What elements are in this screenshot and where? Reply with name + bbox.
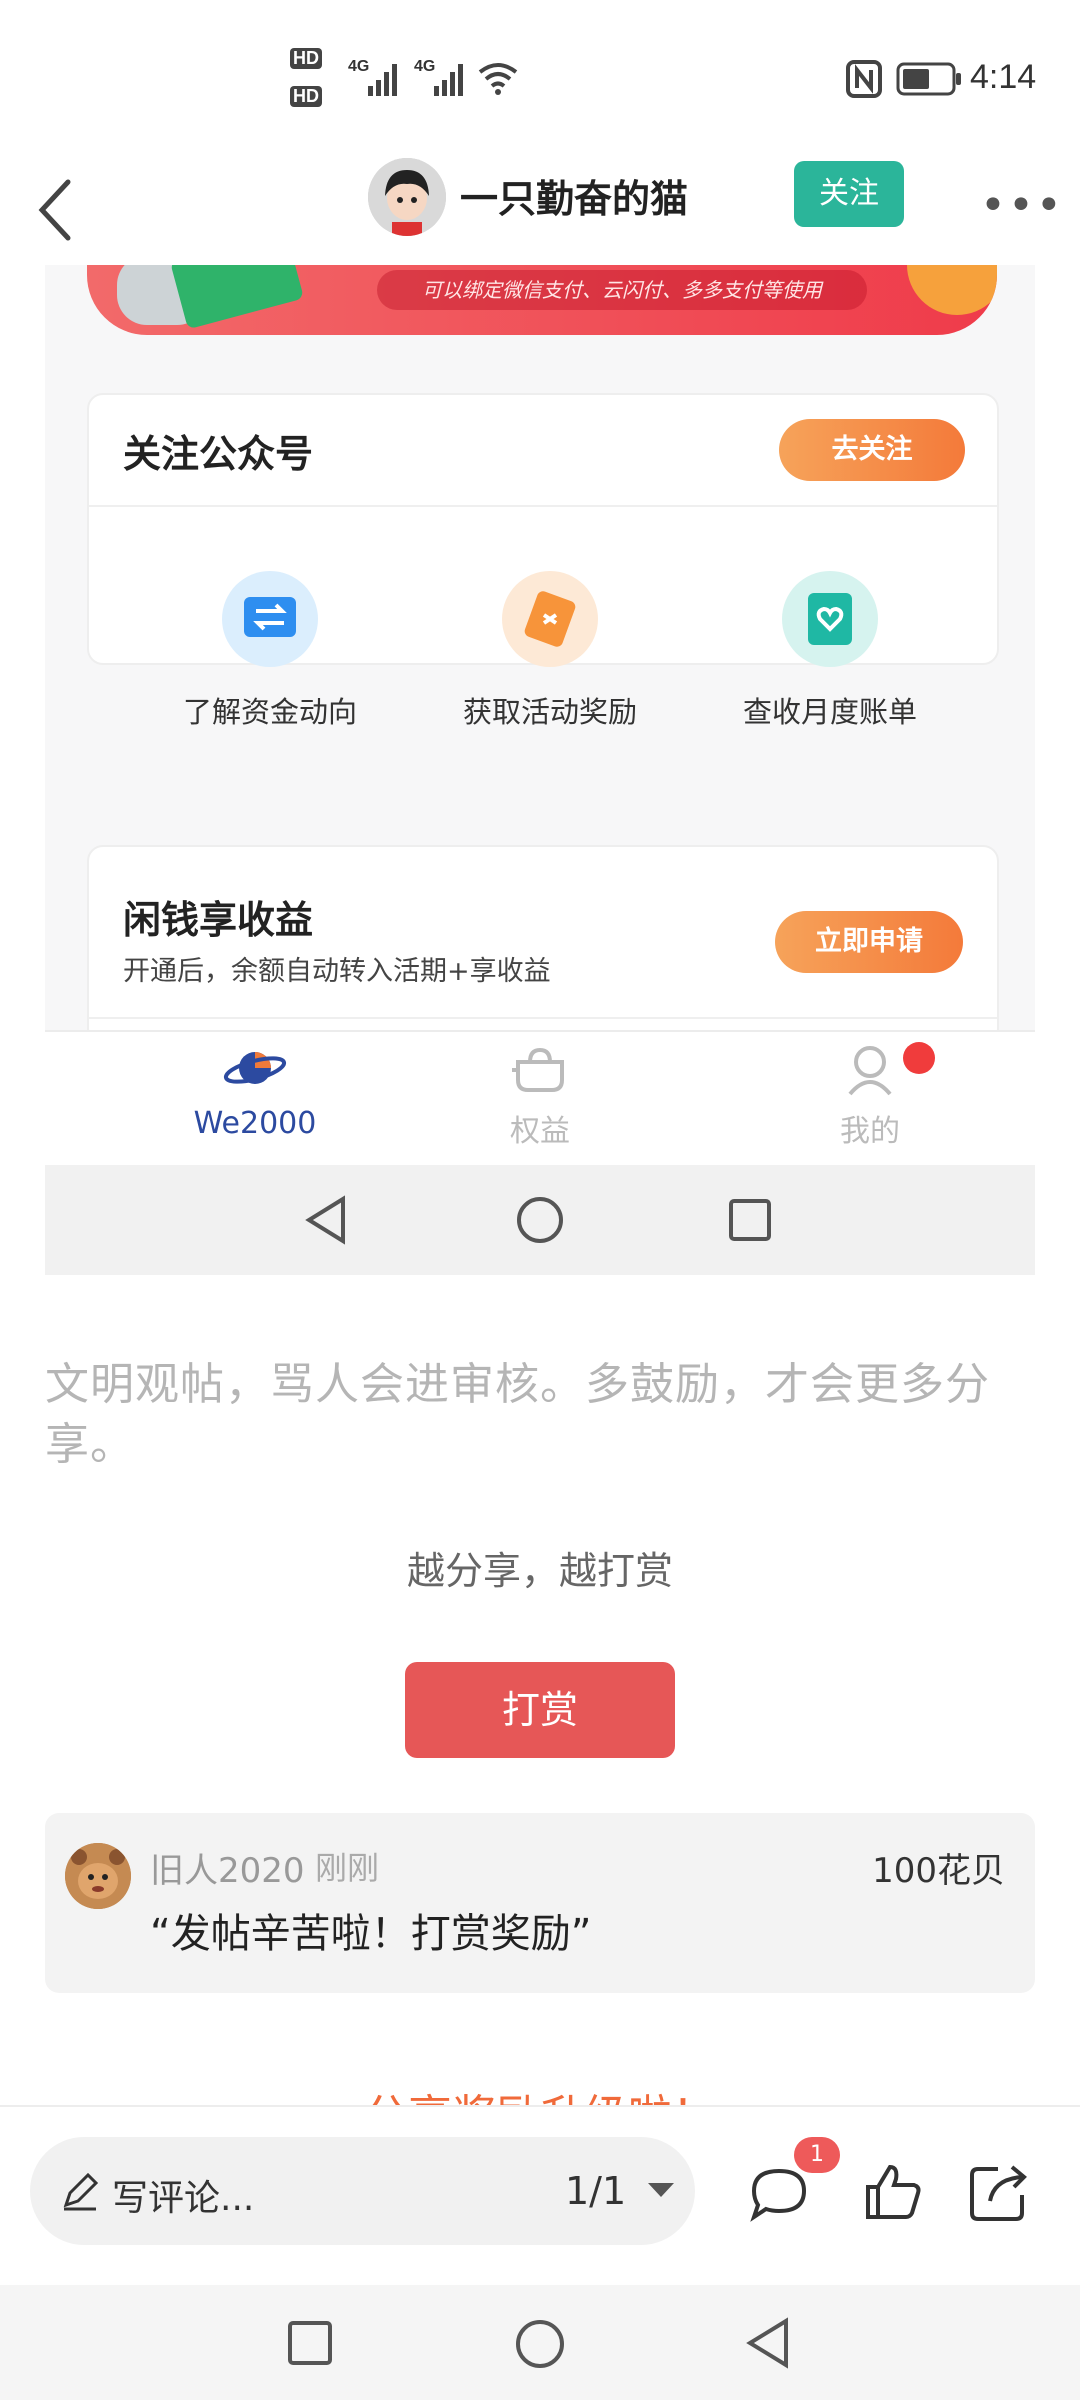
- upgrade-banner-text: 分享奖励升级啦！: [0, 2068, 1080, 2108]
- reward-time: 刚刚: [315, 1849, 380, 1887]
- author-avatar[interactable]: [368, 158, 446, 236]
- card-divider: [89, 505, 997, 507]
- tab-label: 权益: [510, 1114, 570, 1149]
- back-arrow-icon[interactable]: [28, 170, 88, 250]
- savings-title: 闲钱享收益: [123, 898, 314, 942]
- card-divider: [89, 1017, 997, 1019]
- signal-icon: [368, 64, 397, 96]
- wifi-icon: [478, 63, 518, 95]
- tab-benefits[interactable]: 权益: [440, 1040, 640, 1150]
- tip-button[interactable]: 打赏: [405, 1662, 675, 1758]
- coupon-icon: [502, 571, 598, 667]
- comment-count-badge: 1: [794, 2137, 840, 2173]
- transfer-icon: [222, 571, 318, 667]
- tab-label: 我的: [840, 1114, 900, 1149]
- recent-apps-square-icon[interactable]: [286, 2319, 334, 2367]
- page-indicator[interactable]: 1/1: [565, 2169, 626, 2213]
- profile-icon: [848, 1046, 892, 1096]
- savings-card: 闲钱享收益 开通后，余额自动转入活期+享收益 立即申请: [87, 845, 999, 1045]
- tab-label: We2000: [193, 1106, 317, 1141]
- status-bar: HD HD 4G 4G 4:14: [0, 0, 1080, 150]
- comment-bubble-icon[interactable]: [748, 2165, 810, 2223]
- cartoon-avatar-icon: [368, 158, 446, 236]
- feature-activity-reward[interactable]: 获取活动奖励: [435, 571, 665, 731]
- banner-text: 可以绑定微信支付、云闪付、多多支付等使用: [377, 270, 867, 310]
- caret-down-icon[interactable]: [648, 2183, 674, 2197]
- home-circle-icon[interactable]: [514, 2318, 566, 2370]
- embedded-screenshot: 可以绑定微信支付、云闪付、多多支付等使用 关注公众号 去关注 了解资金动向 获取…: [45, 265, 1035, 1275]
- comment-notice: 文明观帖，骂人会进审核。多鼓励，才会更多分享。: [45, 1359, 990, 1470]
- planet-icon: [223, 1052, 287, 1084]
- comment-placeholder: 写评论...: [112, 2178, 255, 2219]
- feature-label: 查收月度账单: [742, 695, 917, 729]
- system-nav-bar: [0, 2285, 1080, 2400]
- bottom-action-bar: 写评论... 1/1 1: [0, 2105, 1080, 2285]
- apply-now-button[interactable]: 立即申请: [775, 911, 963, 973]
- comment-input[interactable]: 写评论... 1/1: [30, 2137, 695, 2245]
- heart-bill-icon: [782, 571, 878, 667]
- share-icon[interactable]: [968, 2161, 1030, 2223]
- reward-username[interactable]: 旧人2020: [150, 1843, 305, 1892]
- clock: 4:14: [970, 58, 1037, 96]
- follow-account-card: 关注公众号 去关注 了解资金动向 获取活动奖励 查收月度账单: [87, 393, 999, 729]
- reward-message: “发帖辛苦啦！打赏奖励”: [150, 1911, 592, 1957]
- embedded-tab-bar: We2000 权益 我的: [45, 1030, 1035, 1165]
- home-circle-icon: [517, 1197, 563, 1243]
- notification-dot: [903, 1042, 935, 1074]
- more-options-icon[interactable]: •••: [980, 180, 1064, 231]
- feature-monthly-bill[interactable]: 查收月度账单: [715, 571, 945, 731]
- cartoon-avatar-icon: [65, 1843, 131, 1909]
- feature-fund-flow[interactable]: 了解资金动向: [155, 571, 385, 731]
- recent-square-icon: [729, 1199, 771, 1241]
- follow-card-title: 关注公众号: [123, 432, 314, 476]
- embedded-nav-bar: [45, 1165, 1035, 1275]
- back-triangle-icon[interactable]: [744, 2317, 792, 2369]
- battery-icon: [896, 62, 961, 96]
- pencil-icon: [63, 2172, 99, 2211]
- banner-illustration-green: [169, 265, 305, 330]
- hd2-indicator: HD: [290, 86, 322, 107]
- promo-banner: 可以绑定微信支付、云闪付、多多支付等使用: [87, 265, 997, 335]
- banner-emoji-icon: [907, 265, 997, 315]
- back-triangle-icon: [305, 1195, 345, 1245]
- tab-mine[interactable]: 我的: [770, 1040, 970, 1150]
- follow-button[interactable]: 关注: [794, 161, 904, 227]
- reward-record: 旧人2020 刚刚 100花贝 “发帖辛苦啦！打赏奖励”: [45, 1813, 1035, 1993]
- reward-user-avatar[interactable]: [65, 1843, 131, 1909]
- hd1-indicator: HD: [290, 48, 322, 69]
- feature-label: 获取活动奖励: [462, 695, 637, 729]
- share-slogan: 越分享，越打赏: [406, 1549, 673, 1593]
- author-name[interactable]: 一只勤奋的猫: [460, 168, 688, 223]
- nfc-icon: [846, 60, 882, 98]
- feature-label: 了解资金动向: [182, 695, 357, 729]
- savings-subtitle: 开通后，余额自动转入活期+享收益: [123, 956, 551, 987]
- go-follow-button[interactable]: 去关注: [779, 419, 965, 481]
- signal-icon-2: [434, 64, 463, 96]
- tab-we2000[interactable]: We2000: [155, 1040, 355, 1141]
- reward-amount: 100花贝: [872, 1851, 1005, 1891]
- pot-icon: [512, 1047, 564, 1092]
- thumbs-up-icon[interactable]: [862, 2161, 924, 2223]
